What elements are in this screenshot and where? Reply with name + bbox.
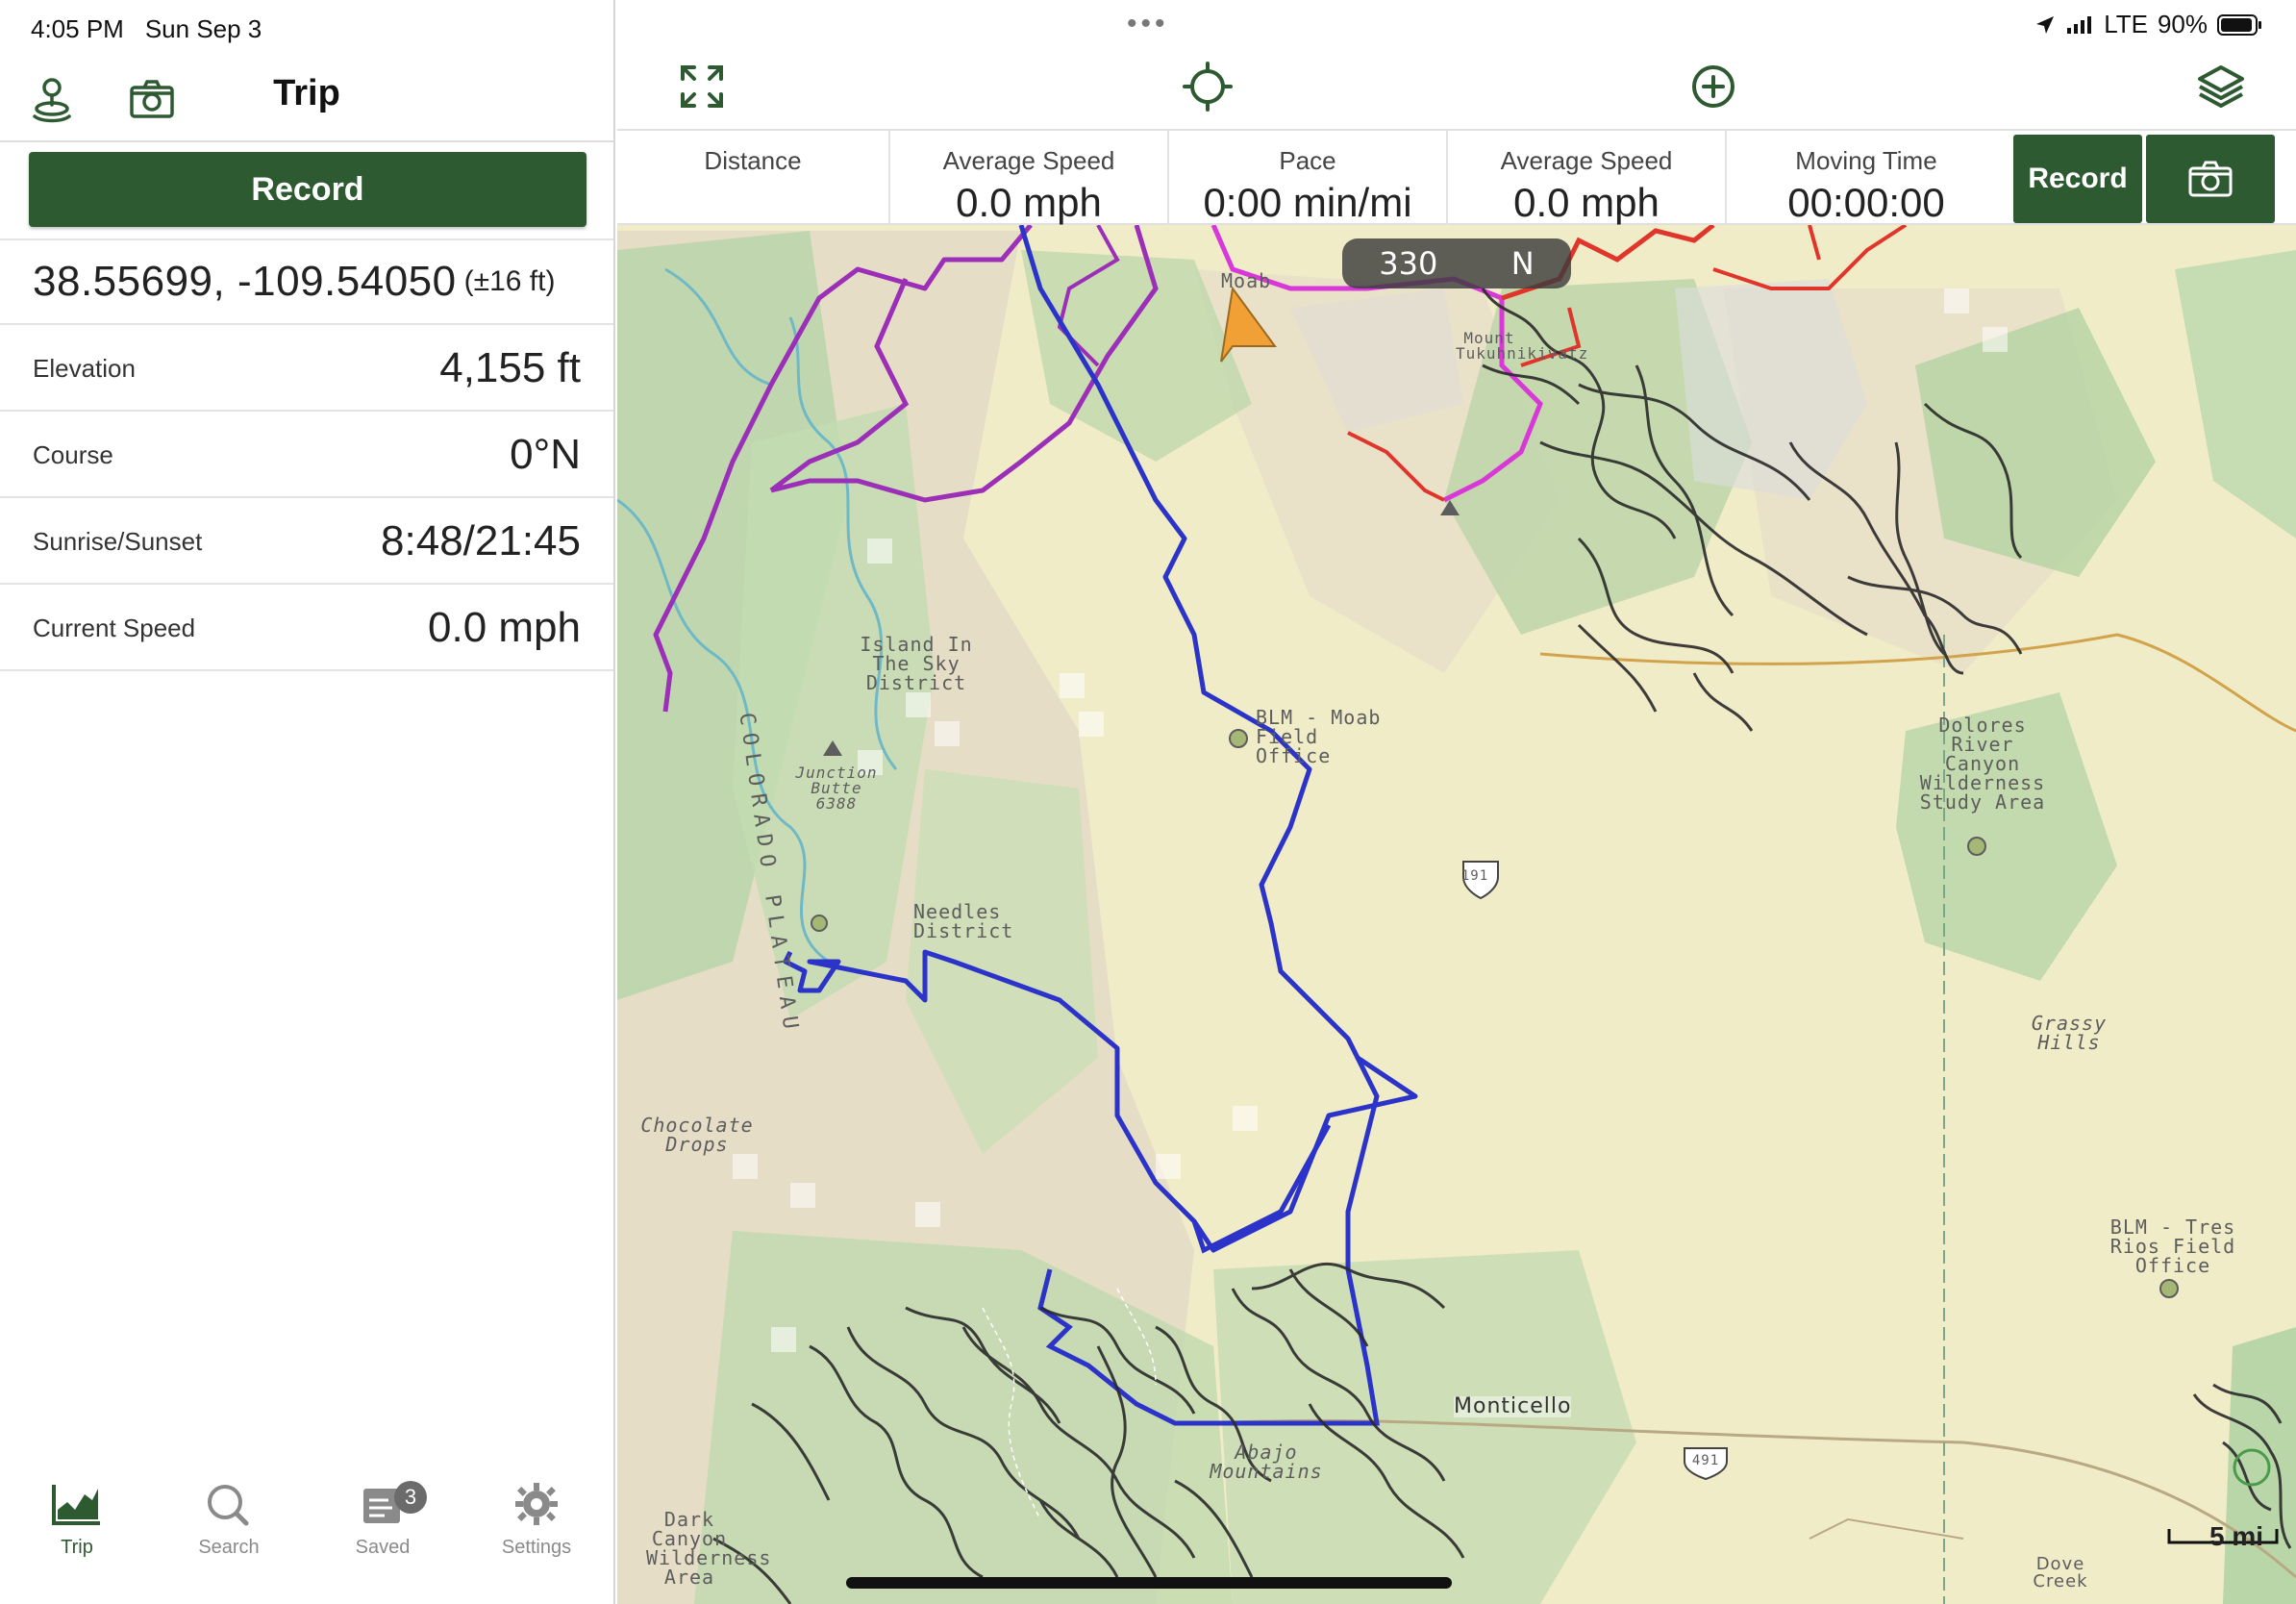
trip-panel: 4:05 PM Sun Sep 3 Trip Record 38.55699, … — [0, 0, 615, 1604]
page-title: Trip — [273, 73, 340, 113]
add-icon[interactable] — [1686, 60, 1740, 113]
map-toolbar: ••• LTE 90% — [617, 0, 2296, 129]
search-icon — [208, 1485, 249, 1526]
tab-trip[interactable]: Trip — [0, 1481, 154, 1596]
stat-label: Moving Time — [1795, 146, 1937, 175]
stat-label: Average Speed — [1500, 146, 1673, 175]
status-bar-right: LTE 90% — [2034, 10, 2263, 39]
map-label-moab: Moab — [1221, 269, 1272, 292]
stat-label: Average Speed — [942, 146, 1115, 175]
status-time: 4:05 PM — [31, 13, 124, 43]
map-label-dark-canyon: Dark Canyon Wilderness Area — [646, 1508, 772, 1589]
map-label-abajo: Abajo Mountains — [1210, 1441, 1323, 1483]
tab-label: Saved — [355, 1537, 411, 1558]
map-label-dove-creek: Dove Creek — [2033, 1554, 2088, 1591]
tab-label: Settings — [501, 1537, 572, 1558]
course-row: Course 0°N — [0, 412, 613, 498]
map-label-blm-tres-rios: BLM - Tres Rios Field Office — [2109, 1216, 2236, 1277]
current-speed-row: Current Speed 0.0 mph — [0, 585, 613, 671]
sunrise-sunset-value: 8:48/21:45 — [381, 517, 581, 564]
camera-icon — [2188, 161, 2233, 197]
map-label-monticello: Monticello — [1454, 1394, 1572, 1418]
compass-heading[interactable]: 330 N — [1342, 238, 1571, 288]
stat-label: Distance — [704, 146, 802, 175]
map-record-button[interactable]: Record — [2013, 135, 2142, 223]
map-label-mount: Mount Tukuhnikivatz — [1456, 329, 1589, 363]
map-scale-label: 5 mi — [2209, 1521, 2264, 1551]
stat-average-speed[interactable]: Average Speed 0.0 mph — [890, 131, 1169, 225]
map-label-needles: Needles District — [913, 900, 1014, 942]
tab-saved[interactable]: 3 Saved — [306, 1481, 460, 1596]
status-date: Sun Sep 3 — [144, 13, 262, 43]
network-label: LTE — [2104, 10, 2148, 38]
elevation-value: 4,155 ft — [439, 344, 581, 391]
stat-distance[interactable]: Distance — [617, 131, 890, 225]
stat-pace[interactable]: Pace 0:00 min/mi — [1169, 131, 1448, 225]
route-191-shield: 191 — [1460, 868, 1489, 884]
multitask-dots-icon[interactable]: ••• — [1127, 8, 1169, 40]
map-label-dolores-river: Dolores River Canyon Wilderness Study Ar… — [1919, 714, 2046, 814]
location-services-icon — [2036, 15, 2055, 34]
tab-search[interactable]: Search — [152, 1481, 306, 1596]
stat-label: Pace — [1279, 146, 1336, 175]
map-label-island-in-the-sky: Island In The Sky District — [860, 633, 973, 694]
stat-value: 0.0 mph — [956, 180, 1102, 225]
stat-average-speed-2[interactable]: Average Speed 0.0 mph — [1448, 131, 1727, 225]
map-label-junction-butte: Junction Butte 6388 — [795, 764, 878, 813]
sunrise-sunset-row: Sunrise/Sunset 8:48/21:45 — [0, 498, 613, 585]
coordinates-row[interactable]: 38.55699, -109.54050 (±16 ft) — [0, 238, 613, 325]
route-491-shield: 491 — [1691, 1453, 1720, 1468]
course-label: Course — [33, 440, 113, 469]
tab-label: Search — [198, 1537, 260, 1558]
tab-bar: Trip Search 3 Saved Settings — [0, 1471, 613, 1604]
current-speed-value: 0.0 mph — [428, 604, 581, 651]
coordinates-accuracy: (±16 ft) — [463, 265, 556, 297]
home-indicator[interactable] — [846, 1577, 1452, 1589]
locate-icon[interactable] — [1181, 60, 1235, 113]
saved-count-badge: 3 — [394, 1481, 427, 1514]
trip-stats-bar: Distance Average Speed 0.0 mph Pace 0:00… — [617, 129, 2296, 225]
stat-value: 0:00 min/mi — [1203, 180, 1412, 225]
stat-value: 0.0 mph — [1513, 180, 1660, 225]
battery-icon — [2217, 13, 2261, 36]
record-button[interactable]: Record — [29, 152, 586, 227]
trip-header: Trip — [0, 56, 613, 142]
battery-percent: 90% — [2157, 10, 2208, 38]
signal-icon — [2067, 15, 2092, 34]
gear-icon — [515, 1483, 558, 1525]
tab-label: Trip — [61, 1537, 93, 1558]
trip-chart-icon — [52, 1485, 100, 1525]
expand-icon[interactable] — [675, 60, 729, 113]
map-label-grassy-hills: Grassy Hills — [2031, 1012, 2108, 1054]
sunrise-sunset-label: Sunrise/Sunset — [33, 527, 203, 556]
elevation-row: Elevation 4,155 ft — [0, 325, 613, 412]
stat-value: 00:00:00 — [1787, 180, 1945, 225]
current-speed-label: Current Speed — [33, 614, 196, 642]
course-value: 0°N — [510, 431, 581, 478]
coordinates-value: 38.55699, -109.54050 — [33, 258, 457, 305]
stat-moving-time[interactable]: Moving Time 00:00:00 — [1727, 131, 2006, 225]
status-bar-left: 4:05 PM Sun Sep 3 — [31, 10, 262, 48]
map-label-chocolate-drops: Chocolate Drops — [640, 1114, 754, 1156]
tab-settings[interactable]: Settings — [460, 1481, 613, 1596]
app-root: Moab Island In The Sky District COLORADO… — [0, 0, 2296, 1604]
map-label-blm-moab: BLM - Moab Field Office — [1256, 706, 1382, 767]
layers-icon[interactable] — [2194, 60, 2248, 113]
map-camera-button[interactable] — [2146, 135, 2275, 223]
elevation-label: Elevation — [33, 354, 136, 383]
heading-value: 330 — [1379, 245, 1438, 282]
heading-direction: N — [1510, 245, 1535, 282]
